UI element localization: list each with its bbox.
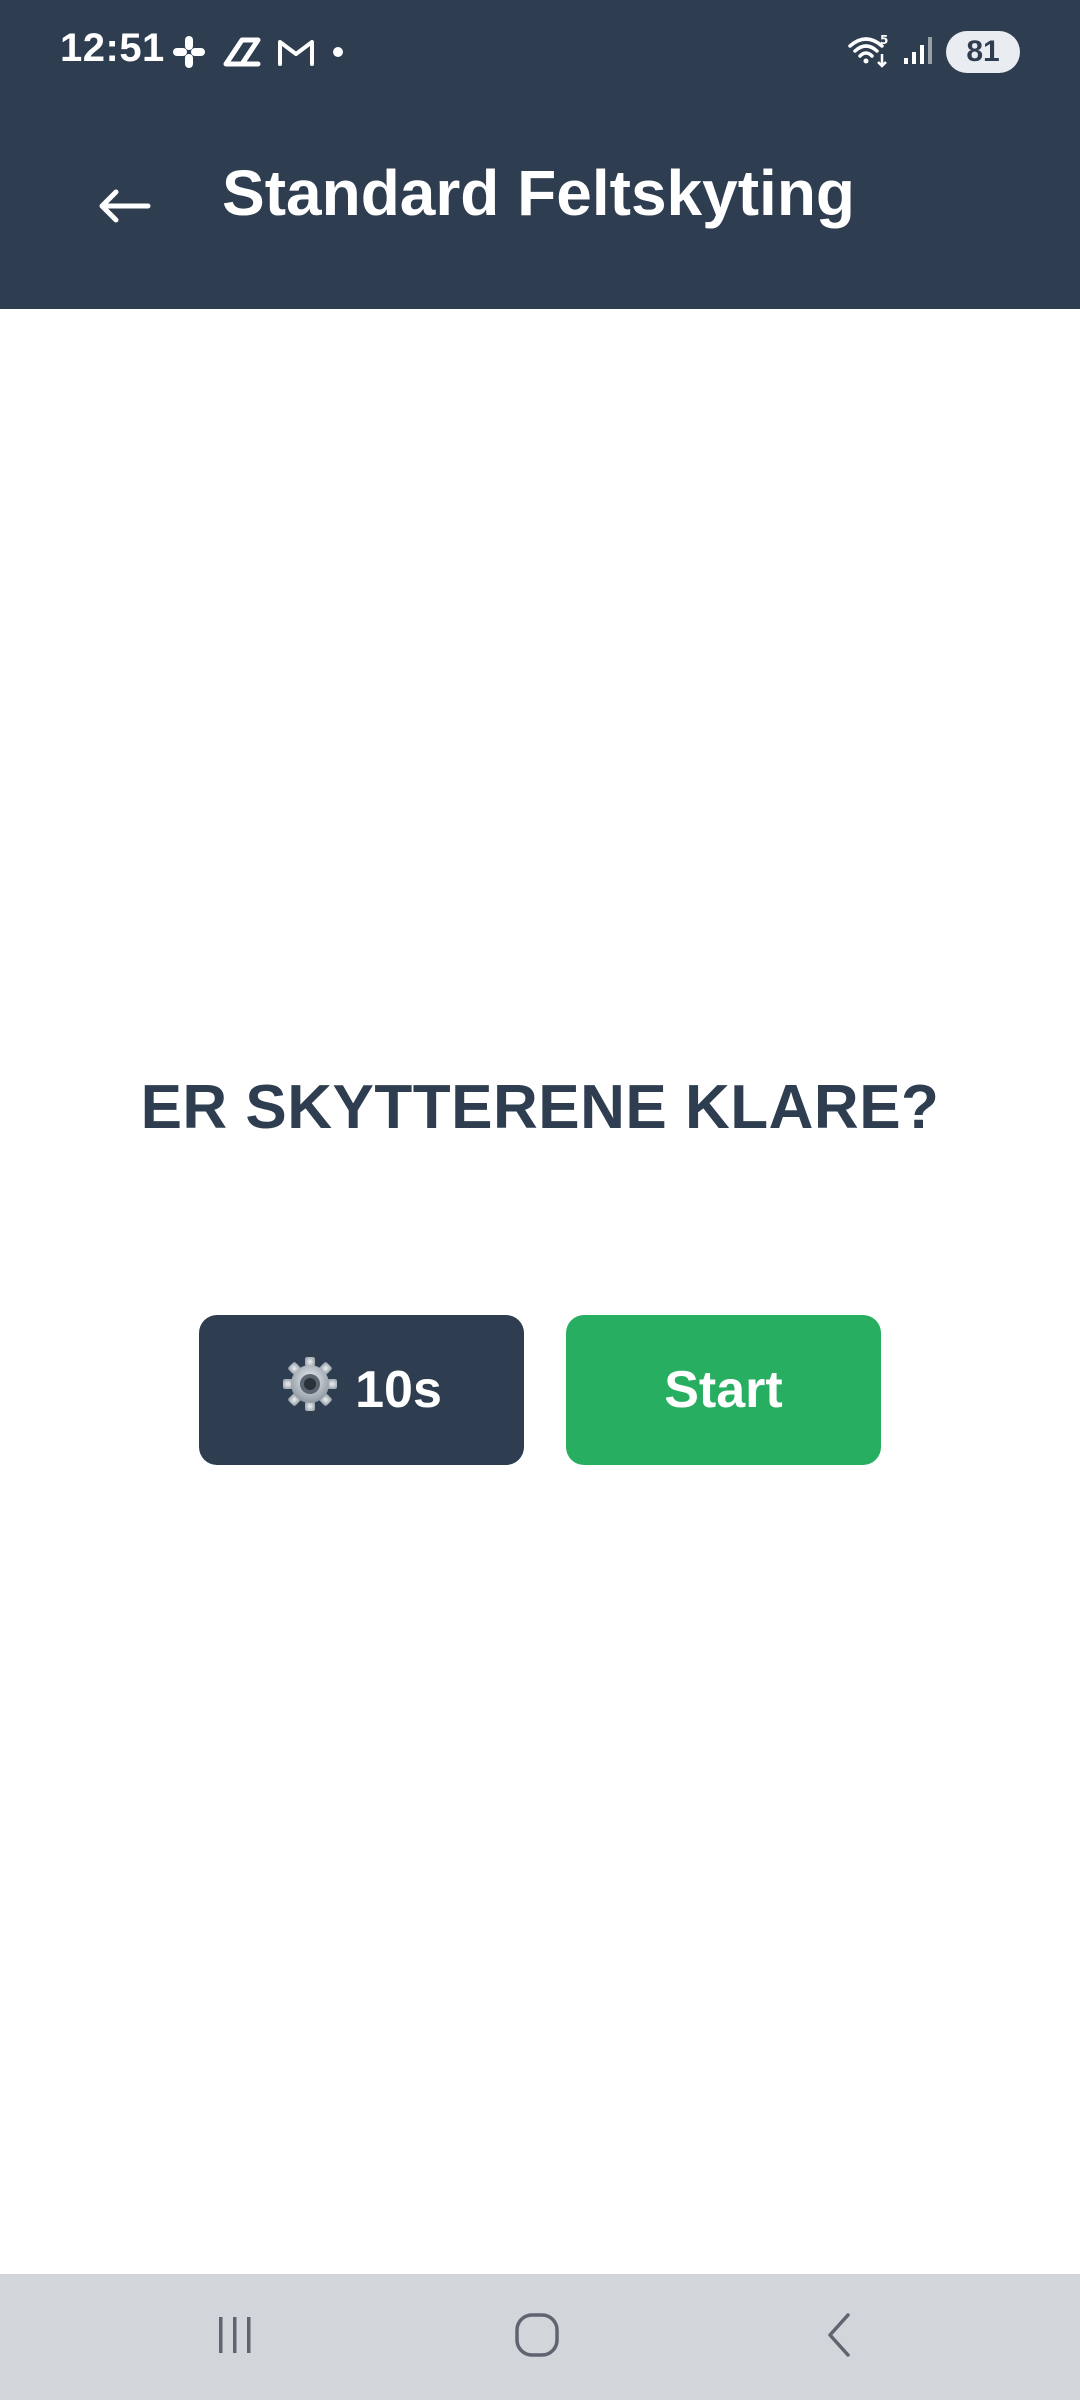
slack-icon bbox=[170, 33, 208, 71]
app-screen: 12:51 5 81 Standard Feltskyting ER SKYTT… bbox=[0, 0, 1080, 2400]
ready-prompt: ER SKYTTERENE KLARE? bbox=[140, 1073, 940, 1142]
app-bar: Standard Feltskyting bbox=[0, 104, 1080, 309]
status-right: 5 81 bbox=[846, 28, 1020, 76]
arrow-left-icon bbox=[96, 186, 152, 231]
nav-back-icon bbox=[820, 2311, 860, 2364]
battery-indicator: 81 bbox=[946, 31, 1020, 73]
gear-icon bbox=[281, 1355, 339, 1426]
timer-value-label: 10s bbox=[355, 1361, 442, 1419]
back-button[interactable] bbox=[76, 160, 172, 256]
home-button[interactable] bbox=[482, 2294, 592, 2380]
signal-icon bbox=[902, 34, 934, 71]
page-title: Standard Feltskyting bbox=[222, 157, 855, 229]
dot-icon bbox=[330, 44, 346, 60]
notification-icons bbox=[170, 30, 346, 74]
wifi-icon: 5 bbox=[846, 32, 890, 73]
gmail-icon bbox=[276, 36, 316, 68]
header: 12:51 5 81 Standard Feltskyting bbox=[0, 0, 1080, 309]
wifi-label: 5 bbox=[880, 33, 888, 47]
timer-settings-button[interactable]: 10s bbox=[199, 1315, 524, 1465]
status-bar: 12:51 5 81 bbox=[0, 0, 1080, 104]
system-nav-bar bbox=[0, 2274, 1080, 2400]
recent-apps-button[interactable] bbox=[180, 2294, 290, 2380]
recent-apps-icon bbox=[213, 2313, 257, 2362]
nav-back-button[interactable] bbox=[785, 2294, 895, 2380]
status-time: 12:51 bbox=[60, 26, 165, 70]
home-icon bbox=[513, 2311, 561, 2364]
start-button[interactable]: Start bbox=[566, 1315, 881, 1465]
zapier-like-icon bbox=[222, 34, 262, 70]
